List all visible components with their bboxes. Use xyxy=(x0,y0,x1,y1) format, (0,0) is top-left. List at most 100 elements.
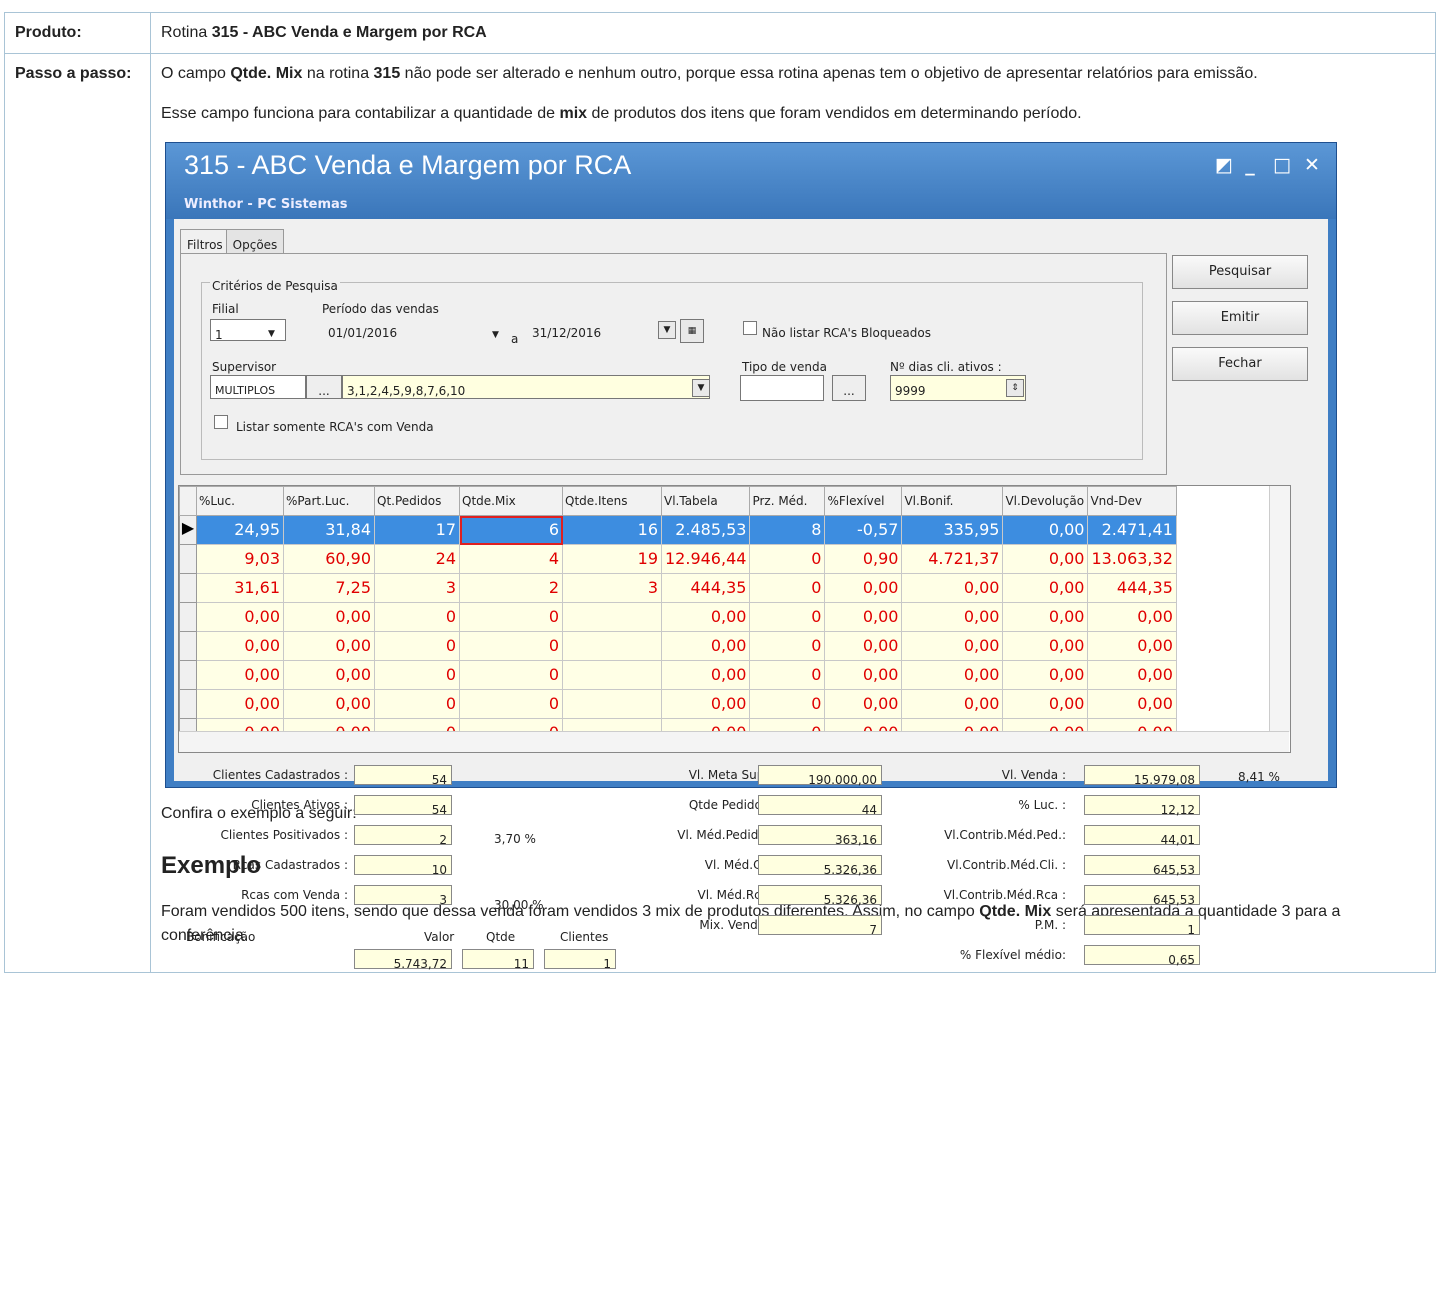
filial-dropdown-icon[interactable]: ▼ xyxy=(268,322,275,346)
table-cell[interactable]: 2 xyxy=(459,573,563,603)
table-cell[interactable]: 0 xyxy=(459,689,563,719)
supervisor-input[interactable]: MULTIPLOS xyxy=(210,375,306,399)
table-cell[interactable]: 0,00 xyxy=(196,689,284,719)
table-cell[interactable]: 0,00 xyxy=(660,660,751,690)
table-cell[interactable]: 0 xyxy=(374,602,460,632)
close-icon[interactable]: ✕ xyxy=(1302,153,1322,177)
table-cell[interactable]: 0,00 xyxy=(1087,602,1177,632)
table-cell[interactable]: 0,00 xyxy=(824,689,903,719)
table-cell[interactable] xyxy=(562,631,662,661)
table-cell[interactable]: 31,61 xyxy=(196,573,284,603)
table-cell[interactable]: 0,00 xyxy=(1002,573,1089,603)
table-cell[interactable]: 0,00 xyxy=(901,573,1004,603)
date-from-dropdown-icon[interactable]: ▼ xyxy=(492,323,499,347)
table-cell[interactable]: 4 xyxy=(459,544,563,574)
table-row[interactable]: 0,000,00000,0000,000,000,000,00 xyxy=(179,631,1177,661)
table-cell[interactable]: 0,00 xyxy=(1087,689,1177,719)
table-cell[interactable]: 0,00 xyxy=(901,689,1004,719)
table-cell[interactable]: 0,00 xyxy=(196,602,284,632)
table-cell[interactable]: 0,00 xyxy=(283,602,375,632)
table-cell[interactable]: 0 xyxy=(459,660,563,690)
table-cell[interactable]: 444,35 xyxy=(1087,573,1177,603)
table-cell[interactable]: 0,00 xyxy=(824,660,903,690)
table-row[interactable]: 0,000,00000,0000,000,000,000,00 xyxy=(179,689,1177,719)
grid-column-header[interactable]: %Flexível xyxy=(824,486,903,516)
grid-column-header[interactable]: Vl.Bonif. xyxy=(901,486,1004,516)
table-cell[interactable]: 4.721,37 xyxy=(901,544,1004,574)
date-to-input[interactable]: 31/12/2016 xyxy=(532,321,601,345)
table-cell[interactable]: 0,00 xyxy=(660,602,751,632)
table-cell[interactable] xyxy=(562,660,662,690)
table-cell[interactable]: 0,00 xyxy=(1002,660,1089,690)
table-cell[interactable]: 444,35 xyxy=(660,573,751,603)
table-cell[interactable]: 0 xyxy=(374,631,460,661)
grid-column-header[interactable]: %Part.Luc. xyxy=(283,486,375,516)
tipo-venda-input[interactable] xyxy=(740,375,824,401)
emitir-button[interactable]: Emitir xyxy=(1172,301,1308,335)
grid-vertical-scrollbar[interactable] xyxy=(1269,486,1290,732)
table-cell[interactable]: 0,90 xyxy=(824,544,903,574)
table-cell[interactable]: 0 xyxy=(749,660,826,690)
table-cell[interactable]: 0,00 xyxy=(1002,602,1089,632)
table-cell[interactable]: 2.485,53 xyxy=(660,515,751,545)
table-cell[interactable]: 7,25 xyxy=(283,573,375,603)
table-cell[interactable]: 60,90 xyxy=(283,544,375,574)
row-pointer-icon[interactable]: ▶ xyxy=(179,515,197,545)
table-cell[interactable]: 0 xyxy=(374,689,460,719)
row-indicator[interactable] xyxy=(179,689,197,719)
supervisor-lookup-button[interactable]: ... xyxy=(306,375,342,399)
table-cell[interactable]: 0 xyxy=(374,660,460,690)
minimize-icon[interactable]: _ xyxy=(1240,153,1260,177)
table-cell[interactable]: 0 xyxy=(749,631,826,661)
maximize-icon[interactable]: □ xyxy=(1272,153,1292,177)
supervisor-list-select[interactable]: 3,1,2,4,5,9,8,7,6,10 xyxy=(342,375,710,399)
grid-column-header[interactable]: Qtde.Itens xyxy=(562,486,662,516)
table-cell[interactable]: 335,95 xyxy=(901,515,1004,545)
table-cell[interactable]: 0 xyxy=(749,602,826,632)
table-cell[interactable]: 0,00 xyxy=(901,631,1004,661)
table-cell[interactable]: 0,00 xyxy=(1002,544,1089,574)
table-cell[interactable]: -0,57 xyxy=(824,515,903,545)
row-indicator[interactable] xyxy=(179,573,197,603)
table-cell[interactable]: 0,00 xyxy=(1087,660,1177,690)
table-cell[interactable]: 0,00 xyxy=(901,602,1004,632)
table-row[interactable]: 31,61 7,25 3 2 3 444,35 0 0,00 0,00 0,00 444,35 xyxy=(179,573,1177,603)
table-cell[interactable]: 31,84 xyxy=(283,515,375,545)
table-cell[interactable] xyxy=(562,602,662,632)
table-cell[interactable]: 6 xyxy=(459,515,563,545)
tipo-venda-lookup-button[interactable]: ... xyxy=(832,375,866,401)
table-row[interactable]: ▶ 24,95 31,84 17 6 16 2.485,53 8 -0,57 335,95 0,00… xyxy=(179,515,1177,545)
table-cell[interactable]: 17 xyxy=(374,515,460,545)
calendar-icon[interactable]: ▦ xyxy=(680,319,704,343)
table-cell[interactable]: 19 xyxy=(562,544,662,574)
table-cell[interactable]: 0 xyxy=(459,631,563,661)
pesquisar-button[interactable]: Pesquisar xyxy=(1172,255,1308,289)
table-cell[interactable]: 24,95 xyxy=(196,515,284,545)
table-cell[interactable]: 0,00 xyxy=(1002,689,1089,719)
table-cell[interactable]: 0,00 xyxy=(196,631,284,661)
table-cell[interactable]: 0 xyxy=(749,573,826,603)
table-cell[interactable]: 0,00 xyxy=(660,689,751,719)
grid-column-header[interactable]: %Luc. xyxy=(196,486,284,516)
table-cell[interactable]: 0,00 xyxy=(196,660,284,690)
listar-checkbox[interactable] xyxy=(214,415,228,429)
grid-column-header[interactable]: Vnd-Dev xyxy=(1087,486,1177,516)
row-indicator[interactable] xyxy=(179,631,197,661)
grid-horizontal-scrollbar[interactable] xyxy=(179,731,1289,752)
table-cell[interactable]: 0,00 xyxy=(1002,631,1089,661)
table-cell[interactable]: 0,00 xyxy=(1002,515,1089,545)
table-cell[interactable]: 24 xyxy=(374,544,460,574)
grid-column-header[interactable]: Qtde.Mix xyxy=(459,486,563,516)
table-cell[interactable]: 0,00 xyxy=(283,631,375,661)
table-cell[interactable]: 12.946,44 xyxy=(660,544,751,574)
grid-column-header[interactable]: Vl.Devolução xyxy=(1002,486,1089,516)
table-row[interactable]: 0,000,00000,0000,000,000,000,00 xyxy=(179,660,1177,690)
row-indicator[interactable] xyxy=(179,660,197,690)
table-row[interactable]: 0,000,00000,0000,000,000,000,00 xyxy=(179,602,1177,632)
table-cell[interactable]: 0 xyxy=(749,689,826,719)
table-cell[interactable]: 3 xyxy=(374,573,460,603)
grid-column-header[interactable]: Prz. Méd. xyxy=(749,486,826,516)
table-cell[interactable]: 3 xyxy=(562,573,662,603)
table-cell[interactable]: 16 xyxy=(562,515,662,545)
nao-listar-checkbox[interactable] xyxy=(743,321,757,335)
